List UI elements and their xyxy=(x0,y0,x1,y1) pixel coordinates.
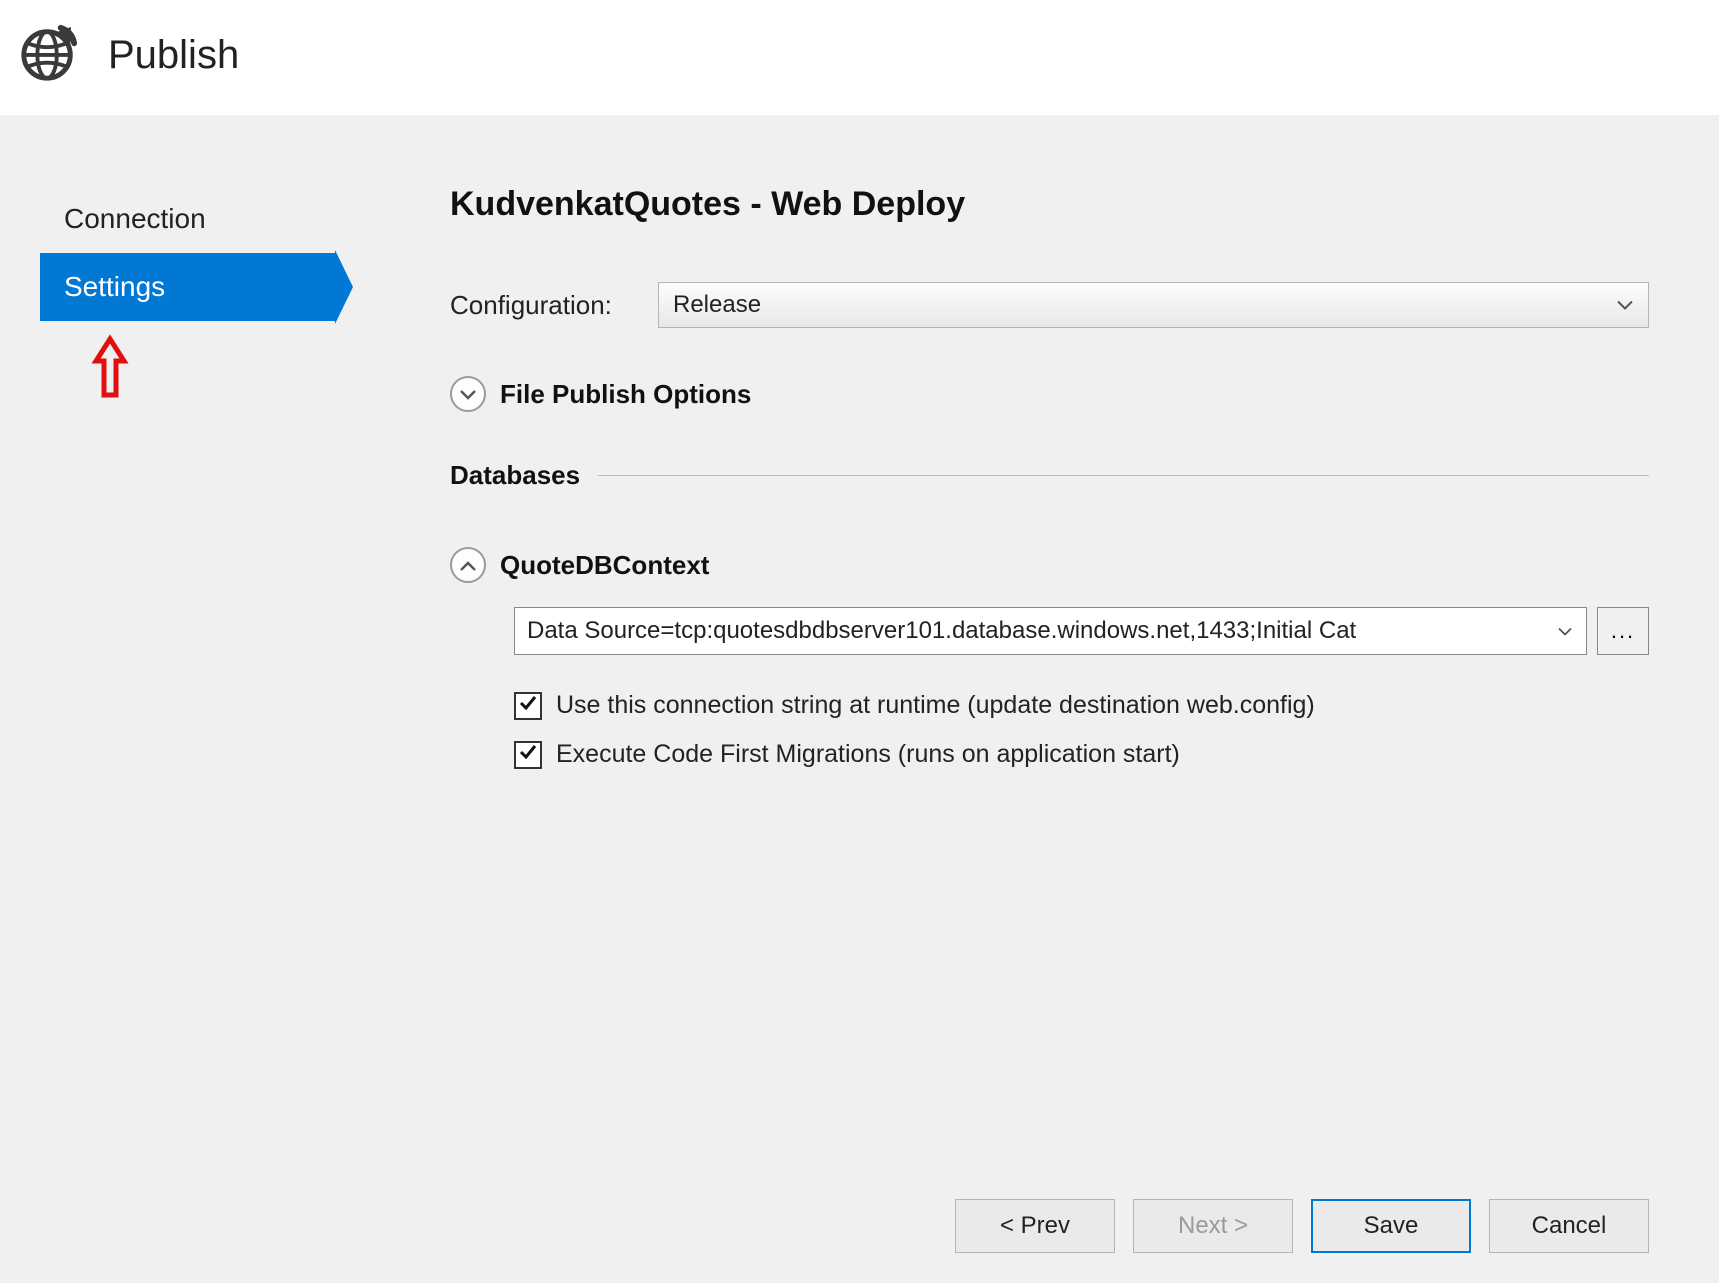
next-button: Next > xyxy=(1133,1199,1293,1253)
browse-connection-button[interactable]: ... xyxy=(1597,607,1649,655)
button-label: Next > xyxy=(1178,1212,1248,1239)
ellipsis-label: ... xyxy=(1611,618,1635,643)
databases-label: Databases xyxy=(450,460,580,491)
annotation-arrow-icon xyxy=(90,333,350,408)
connection-string-input[interactable] xyxy=(515,617,1586,645)
execute-migrations-checkbox-row: Execute Code First Migrations (runs on a… xyxy=(514,740,1649,769)
chevron-up-icon xyxy=(460,555,476,576)
main-panel: KudvenkatQuotes - Web Deploy Configurati… xyxy=(350,185,1719,1283)
file-publish-options-row: File Publish Options xyxy=(450,376,1649,412)
sidebar-item-settings[interactable]: Settings xyxy=(40,253,335,321)
use-runtime-checkbox-row: Use this connection string at runtime (u… xyxy=(514,691,1649,720)
execute-migrations-checkbox[interactable] xyxy=(514,741,542,769)
page-heading: KudvenkatQuotes - Web Deploy xyxy=(450,185,1649,224)
sidebar-item-label: Connection xyxy=(64,203,206,234)
configuration-value: Release xyxy=(673,291,761,318)
checkmark-icon xyxy=(518,693,538,718)
database-context-group: QuoteDBContext ... xyxy=(450,547,1649,769)
chevron-down-icon xyxy=(460,384,476,405)
sidebar-item-label: Settings xyxy=(64,271,165,302)
databases-section-header: Databases xyxy=(450,460,1649,491)
use-runtime-label: Use this connection string at runtime (u… xyxy=(556,691,1315,720)
dialog-header: Publish xyxy=(0,0,1719,115)
button-label: Cancel xyxy=(1532,1212,1607,1239)
db-context-label: QuoteDBContext xyxy=(500,550,709,581)
checkmark-icon xyxy=(518,742,538,767)
prev-button[interactable]: < Prev xyxy=(955,1199,1115,1253)
configuration-select[interactable]: Release xyxy=(658,282,1649,328)
sidebar: Connection Settings xyxy=(0,185,350,1283)
cancel-button[interactable]: Cancel xyxy=(1489,1199,1649,1253)
execute-migrations-label: Execute Code First Migrations (runs on a… xyxy=(556,740,1180,769)
button-label: < Prev xyxy=(1000,1212,1070,1239)
connection-string-combo[interactable] xyxy=(514,607,1587,655)
collapse-db-context-button[interactable] xyxy=(450,547,486,583)
configuration-row: Configuration: Release xyxy=(450,282,1649,328)
expand-file-publish-button[interactable] xyxy=(450,376,486,412)
connection-string-row: ... xyxy=(514,607,1649,655)
use-runtime-checkbox[interactable] xyxy=(514,692,542,720)
sidebar-item-connection[interactable]: Connection xyxy=(40,185,335,253)
configuration-label: Configuration: xyxy=(450,290,630,321)
dialog-footer: < Prev Next > Save Cancel xyxy=(955,1199,1649,1253)
divider xyxy=(598,475,1649,476)
globe-publish-icon xyxy=(18,22,80,89)
dialog-title: Publish xyxy=(108,33,239,78)
configuration-select-wrap: Release xyxy=(658,282,1649,328)
content-area: Connection Settings KudvenkatQuotes - We… xyxy=(0,115,1719,1283)
save-button[interactable]: Save xyxy=(1311,1199,1471,1253)
button-label: Save xyxy=(1364,1212,1419,1239)
file-publish-options-label: File Publish Options xyxy=(500,379,751,410)
